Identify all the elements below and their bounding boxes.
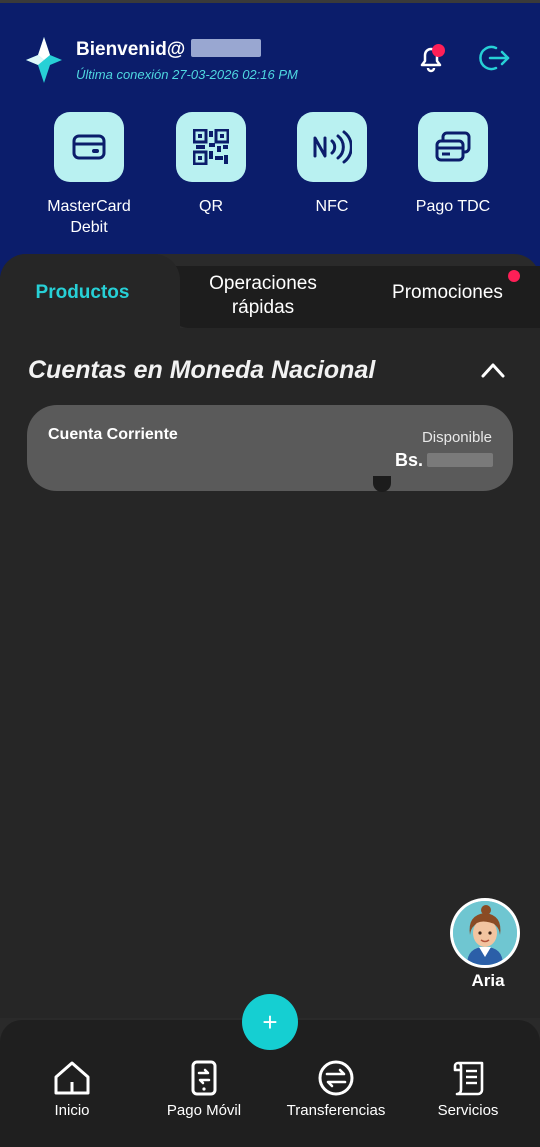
user-name-redacted xyxy=(191,39,262,57)
chevron-up-icon[interactable] xyxy=(480,360,506,380)
logout-icon[interactable] xyxy=(478,43,510,73)
add-fab-button[interactable]: + xyxy=(242,994,298,1050)
nav-transferencias[interactable]: Transferencias xyxy=(276,1060,396,1119)
tab-operaciones-rapidas[interactable]: Operaciones rápidas xyxy=(188,272,338,320)
nav-servicios[interactable]: Servicios xyxy=(408,1060,528,1119)
services-receipt-icon xyxy=(453,1061,484,1096)
welcome-text: Bienvenid@ xyxy=(76,39,262,61)
quick-action-nfc[interactable]: NFC xyxy=(277,112,387,217)
available-label: Disponible xyxy=(421,429,492,446)
home-icon xyxy=(54,1061,90,1095)
account-card[interactable]: Cuenta Corriente Disponible Bs. xyxy=(27,405,513,492)
quick-action-tile[interactable] xyxy=(176,112,246,182)
brand-star-icon xyxy=(26,37,62,83)
quick-action-label: Pago TDC xyxy=(415,198,491,215)
nfc-icon xyxy=(313,130,352,164)
last-login-text: Última conexión 27-03-2026 02:16 PM xyxy=(76,67,298,82)
nav-label: Pago Móvil xyxy=(166,1102,242,1119)
tab-productos[interactable]: Productos xyxy=(0,282,165,304)
nav-label: Transferencias xyxy=(286,1102,386,1119)
card-icon xyxy=(72,134,106,160)
quick-action-label: QR xyxy=(199,198,223,215)
balance-redacted xyxy=(427,453,493,467)
quick-action-label: MasterCard Debit xyxy=(47,198,131,236)
section-title: Cuentas en Moneda Nacional xyxy=(28,356,376,384)
qr-icon xyxy=(193,129,229,165)
quick-action-qr[interactable]: QR xyxy=(156,112,266,217)
nav-pago-movil[interactable]: Pago Móvil xyxy=(144,1060,264,1119)
transfer-icon xyxy=(318,1060,354,1096)
account-name: Cuenta Corriente xyxy=(48,426,178,443)
quick-action-mastercard-debit[interactable]: MasterCard Debit xyxy=(34,112,144,238)
tab-promociones[interactable]: Promociones xyxy=(380,282,515,304)
nav-label: Servicios xyxy=(437,1102,499,1119)
assistant-avatar[interactable] xyxy=(450,898,520,968)
quick-action-label: NFC xyxy=(315,198,349,215)
notification-dot xyxy=(432,44,445,57)
assistant-name: Aria xyxy=(471,971,505,990)
quick-action-pago-tdc[interactable]: Pago TDC xyxy=(398,112,508,217)
quick-action-tile[interactable] xyxy=(418,112,488,182)
cards-stack-icon xyxy=(435,131,471,162)
account-balance: Bs. xyxy=(395,450,493,471)
promo-notification-dot xyxy=(508,270,520,282)
mobile-payment-icon xyxy=(191,1060,217,1096)
avatar-image xyxy=(453,901,517,965)
quick-action-tile[interactable] xyxy=(54,112,124,182)
nav-inicio[interactable]: Inicio xyxy=(12,1060,132,1119)
avatar-illustration xyxy=(453,901,517,965)
quick-action-tile[interactable] xyxy=(297,112,367,182)
nav-label: Inicio xyxy=(54,1102,90,1119)
card-handle xyxy=(373,476,391,492)
